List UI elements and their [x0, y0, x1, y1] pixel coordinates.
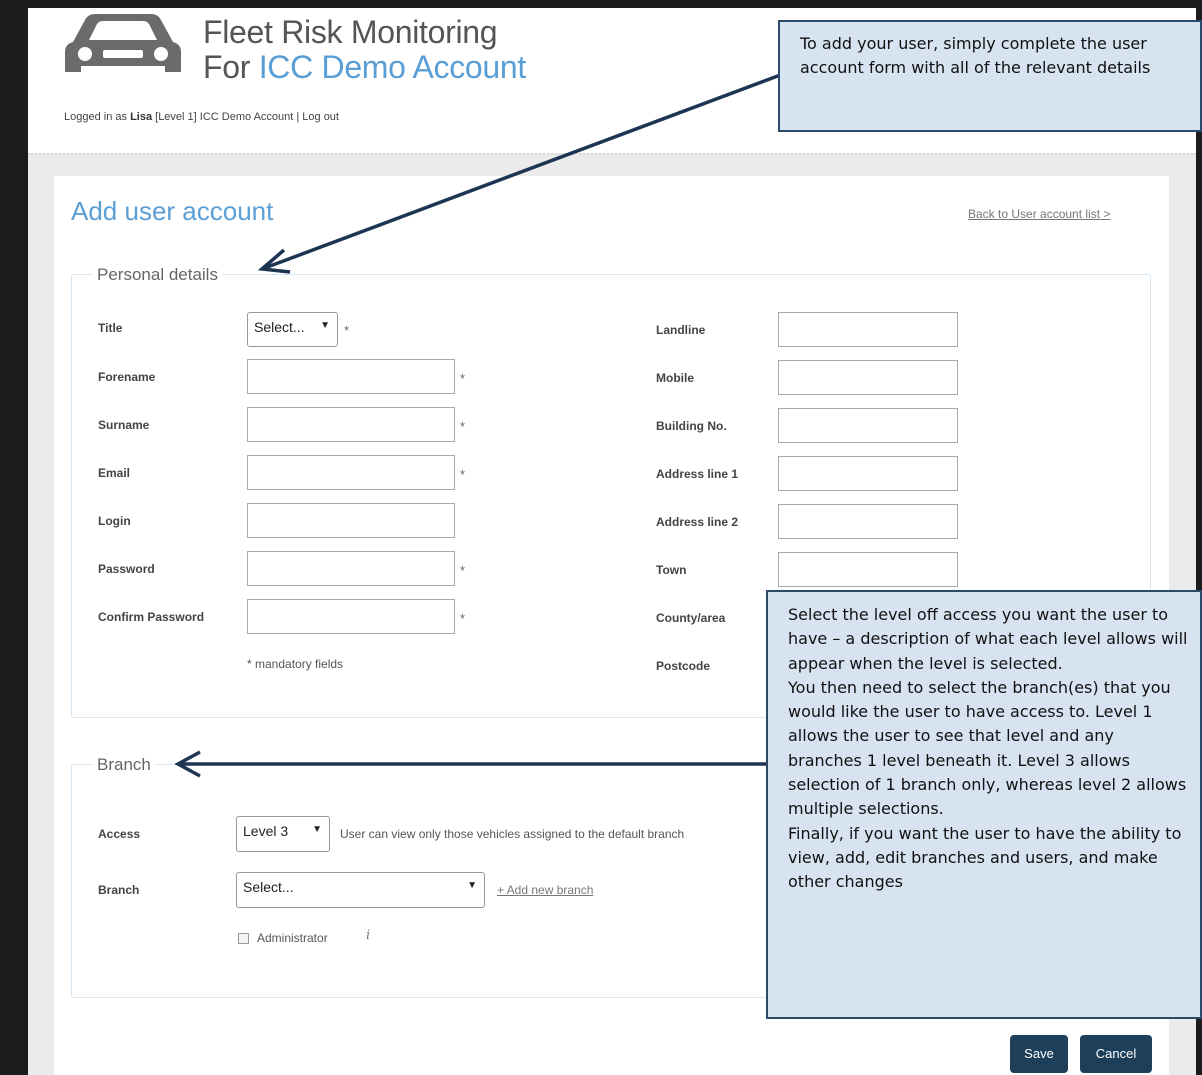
- callout-right-text-1: Select the level off access you want the…: [788, 605, 1188, 673]
- callout-top: To add your user, simply complete the us…: [778, 20, 1202, 132]
- callout-top-text: To add your user, simply complete the us…: [800, 34, 1151, 77]
- arrow-line-top: [261, 72, 784, 271]
- callout-right-text-2: You then need to select the branch(es) t…: [788, 677, 1187, 819]
- callout-right-text-3: Finally, if you want the user to have th…: [788, 823, 1182, 892]
- callout-right: Select the level off access you want the…: [766, 590, 1202, 1019]
